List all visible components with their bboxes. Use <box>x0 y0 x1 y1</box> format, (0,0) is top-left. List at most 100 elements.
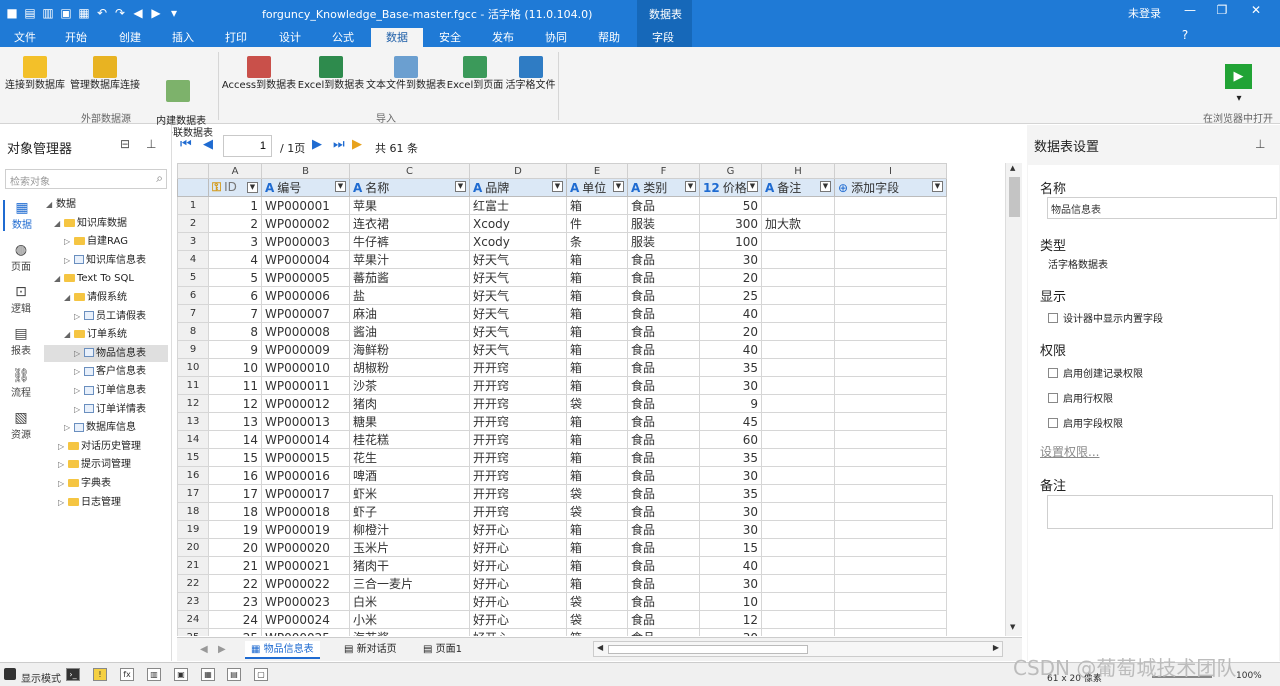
scroll-up-icon[interactable]: ▲ <box>1010 164 1015 172</box>
row-number[interactable]: 18 <box>177 502 209 521</box>
grid-cell[interactable]: 40 <box>699 304 762 323</box>
grid-cell[interactable]: 60 <box>699 430 762 449</box>
grid-cell[interactable]: 袋 <box>566 592 628 611</box>
back-icon[interactable]: ◀ <box>130 5 146 21</box>
grid-cell[interactable]: 苹果汁 <box>349 250 470 269</box>
grid-cell[interactable]: 虾子 <box>349 502 470 521</box>
grid-cell[interactable]: 35 <box>699 484 762 503</box>
grid-cell[interactable]: 食品 <box>627 412 700 431</box>
row-number[interactable]: 2 <box>177 214 209 233</box>
nav-page[interactable]: ◍ 页面 <box>3 242 39 273</box>
layout-icon[interactable]: ▦ <box>201 668 215 681</box>
forguncy-file-button[interactable]: 活字格文件 <box>503 56 558 92</box>
grid-cell[interactable]: 连衣裙 <box>349 214 470 233</box>
grid-cell[interactable]: 桂花糕 <box>349 430 470 449</box>
grid-cell[interactable]: 21 <box>208 556 262 575</box>
row-number[interactable]: 20 <box>177 538 209 557</box>
tree-item[interactable]: ▷ 订单详情表 <box>44 401 168 418</box>
grid-cell[interactable]: 开开窍 <box>469 394 567 413</box>
data-grid[interactable]: ABCDEFGHI ⚿ ID ▼ A 编号 ▼ A 名称 ▼ A 品牌 ▼ A 单位 ▼ A 类别 ▼ 12 价格 ▼ A… <box>177 163 1022 636</box>
object-search-input[interactable]: 检索对象 ⌕ <box>5 169 167 189</box>
grid-cell[interactable]: 开开窍 <box>469 502 567 521</box>
grid-cell[interactable]: 苹果 <box>349 196 470 215</box>
tab-insert[interactable]: 插入 <box>162 28 204 47</box>
grid-cell[interactable]: 开开窍 <box>469 412 567 431</box>
grid-cell[interactable]: WP000015 <box>261 448 350 467</box>
collapsed-arrow-icon[interactable]: ▷ <box>74 308 84 325</box>
grid-cell[interactable]: 20 <box>699 322 762 341</box>
tab-formula[interactable]: 公式 <box>322 28 364 47</box>
collapsed-arrow-icon[interactable]: ▷ <box>74 401 84 418</box>
grid-cell[interactable]: 袋 <box>566 502 628 521</box>
minimize-icon[interactable]: — <box>1180 3 1200 17</box>
grid-cell[interactable]: 40 <box>699 340 762 359</box>
nav-data[interactable]: ▦ 数据 <box>3 200 39 231</box>
tab-print[interactable]: 打印 <box>215 28 257 47</box>
pin-icon[interactable]: ⊥ <box>146 137 156 151</box>
grid-cell[interactable]: 食品 <box>627 538 700 557</box>
chart-icon[interactable]: ▥ <box>147 668 161 681</box>
access-import-button[interactable]: Access到数据表 <box>221 56 297 92</box>
save-icon[interactable]: ▣ <box>58 5 74 21</box>
grid-cell[interactable]: 好天气 <box>469 322 567 341</box>
grid-cell[interactable]: 19 <box>208 520 262 539</box>
grid-cell[interactable]: 食品 <box>627 376 700 395</box>
row-number[interactable]: 23 <box>177 592 209 611</box>
lightbulb-icon[interactable]: ! <box>93 668 107 681</box>
grid-cell[interactable]: WP000023 <box>261 592 350 611</box>
grid-cell[interactable]: 食品 <box>627 322 700 341</box>
text-import-button[interactable]: 文本文件到数据表 <box>365 56 447 92</box>
grid-cell[interactable]: 箱 <box>566 376 628 395</box>
tree-item[interactable]: ▷ 自建RAG <box>44 233 168 250</box>
grid-cell[interactable]: 海苔酱 <box>349 628 470 636</box>
grid-cell[interactable]: 食品 <box>627 250 700 269</box>
grid-cell[interactable]: 沙茶 <box>349 376 470 395</box>
grid-cell[interactable]: Xcody <box>469 232 567 251</box>
grid-cell[interactable]: 300 <box>699 214 762 233</box>
grid-cell[interactable]: 袋 <box>566 610 628 629</box>
tab-collab[interactable]: 协同 <box>535 28 577 47</box>
row-number[interactable]: 3 <box>177 232 209 251</box>
grid-cell[interactable] <box>834 628 947 636</box>
tree-item[interactable]: ▷ 提示词管理 <box>46 456 166 473</box>
grid-cell[interactable]: 食品 <box>627 610 700 629</box>
expanded-arrow-icon[interactable]: ◢ <box>64 326 74 343</box>
scroll-down-icon[interactable]: ▼ <box>1010 623 1015 631</box>
filter-dropdown-icon[interactable]: ▼ <box>613 181 624 192</box>
grid-cell[interactable]: 玉米片 <box>349 538 470 557</box>
grid-cell[interactable]: 4 <box>208 250 262 269</box>
grid-cell[interactable]: 箱 <box>566 520 628 539</box>
vertical-scrollbar[interactable]: ▲ ▼ <box>1005 163 1022 636</box>
terminal-icon[interactable]: ›_ <box>66 668 80 681</box>
row-number[interactable]: 7 <box>177 304 209 323</box>
pin-icon[interactable]: ⊥ <box>1255 137 1265 151</box>
tree-item[interactable]: ▷ 员工请假表 <box>44 308 168 325</box>
help-icon[interactable]: ? <box>1175 28 1195 42</box>
formula-icon[interactable]: fx <box>120 668 134 681</box>
row-number[interactable]: 12 <box>177 394 209 413</box>
grid-cell[interactable]: 10 <box>208 358 262 377</box>
filter-dropdown-icon[interactable]: ▼ <box>685 181 696 192</box>
collapsed-arrow-icon[interactable]: ▷ <box>74 363 84 380</box>
grid-cell[interactable] <box>834 394 947 413</box>
row-number[interactable]: 17 <box>177 484 209 503</box>
nav-report[interactable]: ▤ 报表 <box>3 326 39 357</box>
grid-cell[interactable]: 20 <box>699 268 762 287</box>
grid-cell[interactable] <box>761 268 835 287</box>
tree-item[interactable]: ▷ 数据库信息 <box>44 419 168 436</box>
nav-resource[interactable]: ▧ 资源 <box>3 410 39 441</box>
grid-cell[interactable]: 袋 <box>566 394 628 413</box>
row-number[interactable]: 6 <box>177 286 209 305</box>
field-header[interactable]: 12 价格 ▼ <box>699 178 762 197</box>
tree-item[interactable]: ◢ 请假系统 <box>44 289 168 306</box>
expanded-arrow-icon[interactable]: ◢ <box>54 215 64 232</box>
grid-cell[interactable]: 3 <box>208 232 262 251</box>
grid-cell[interactable]: WP000024 <box>261 610 350 629</box>
row-number[interactable]: 8 <box>177 322 209 341</box>
tree-item[interactable]: ◢ Text To SQL <box>44 270 168 287</box>
row-number[interactable]: 22 <box>177 574 209 593</box>
grid-cell[interactable]: 好开心 <box>469 592 567 611</box>
grid-cell[interactable] <box>761 340 835 359</box>
grid-cell[interactable] <box>834 556 947 575</box>
row-number[interactable]: 24 <box>177 610 209 629</box>
